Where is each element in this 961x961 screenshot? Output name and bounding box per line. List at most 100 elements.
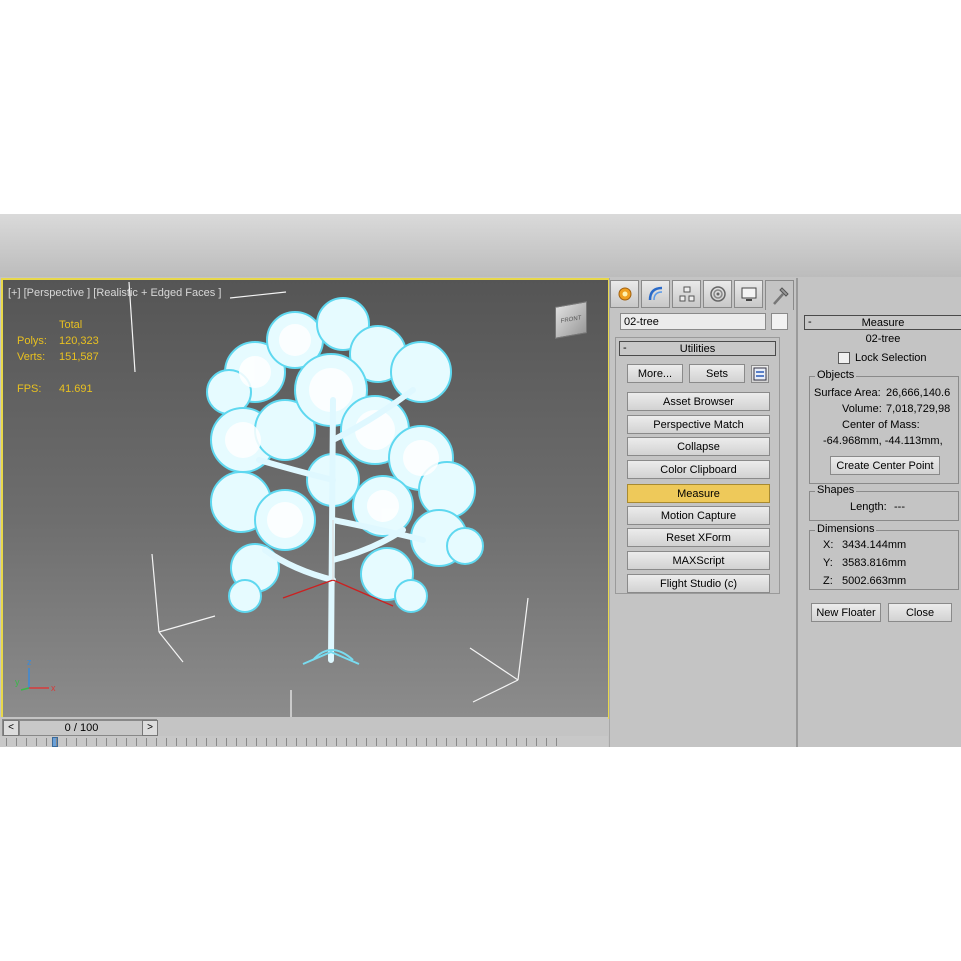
polys-label: Polys:: [17, 335, 47, 347]
track-bar-tick: [286, 738, 287, 746]
track-bar-tick: [446, 738, 447, 746]
modify-tab[interactable]: [641, 280, 670, 308]
configure-sets-button[interactable]: [751, 365, 769, 383]
time-next-button[interactable]: >: [142, 720, 158, 736]
track-bar-tick: [106, 738, 107, 746]
track-bar-tick: [376, 738, 377, 746]
object-color-swatch[interactable]: [771, 313, 788, 330]
axis-z-label: z: [27, 657, 32, 667]
track-bar-tick: [436, 738, 437, 746]
polys-value: 120,323: [59, 335, 99, 347]
utility-button-motion-capture[interactable]: Motion Capture: [627, 506, 770, 525]
track-bar-tick: [516, 738, 517, 746]
track-bar-tick: [306, 738, 307, 746]
center-of-mass-label: Center of Mass:: [842, 419, 920, 431]
fps-value: 41.691: [59, 383, 93, 395]
track-bar-tick: [176, 738, 177, 746]
more-button[interactable]: More...: [627, 364, 683, 383]
track-bar-tick: [216, 738, 217, 746]
axis-tripod-icon: z y x: [15, 657, 56, 693]
dimension-y-label: Y:: [823, 557, 833, 569]
utility-button-asset-browser[interactable]: Asset Browser: [627, 392, 770, 411]
command-panel: 02-tree - Utilities More... Sets Asset B…: [609, 278, 794, 747]
utilities-tab[interactable]: [765, 280, 794, 310]
track-bar-tick: [476, 738, 477, 746]
configure-sets-icon: [753, 367, 767, 381]
track-bar-tick: [26, 738, 27, 746]
dimension-x-value: 3434.144mm: [842, 539, 907, 551]
dimension-y-value: 3583.816mm: [842, 557, 907, 569]
display-tab[interactable]: [734, 280, 763, 308]
axis-y-label: y: [15, 677, 20, 687]
utility-button-collapse[interactable]: Collapse: [627, 437, 770, 456]
track-bar-tick: [256, 738, 257, 746]
track-bar-tick: [156, 738, 157, 746]
track-bar-tick: [36, 738, 37, 746]
track-bar-tick: [466, 738, 467, 746]
track-bar-tick: [396, 738, 397, 746]
top-toolbar-area: [0, 214, 961, 277]
track-bar-tick: [196, 738, 197, 746]
time-slider-thumb[interactable]: 0 / 100: [19, 720, 144, 736]
utility-button-maxscript[interactable]: MAXScript: [627, 551, 770, 570]
close-button[interactable]: Close: [888, 603, 952, 622]
viewcube[interactable]: FRONT: [551, 298, 591, 339]
create-center-point-button[interactable]: Create Center Point: [830, 456, 940, 475]
track-bar-tick: [6, 738, 7, 746]
track-bar-tick: [126, 738, 127, 746]
utility-button-flight-studio-c[interactable]: Flight Studio (c): [627, 574, 770, 593]
track-bar-tick: [236, 738, 237, 746]
time-slider-track[interactable]: < 0 / 100 >: [2, 719, 158, 737]
perspective-viewport[interactable]: [+] [Perspective ] [Realistic + Edged Fa…: [1, 278, 610, 719]
dimension-z-label: Z:: [823, 575, 833, 587]
time-prev-button[interactable]: <: [3, 720, 19, 736]
center-of-mass-value: -64.968mm, -44.113mm,: [823, 435, 943, 447]
length-value: ---: [894, 501, 905, 513]
viewport-statistics: Total Polys: 120,323 Verts: 151,587 FPS: 41…: [17, 317, 99, 397]
measure-rollout-header[interactable]: - Measure: [804, 315, 961, 330]
create-tab[interactable]: [610, 280, 639, 308]
viewcube-face[interactable]: FRONT: [555, 301, 587, 339]
track-bar-tick: [486, 738, 487, 746]
track-bar-tick: [136, 738, 137, 746]
utility-button-reset-xform[interactable]: Reset XForm: [627, 528, 770, 547]
track-bar-tick: [146, 738, 147, 746]
sets-button[interactable]: Sets: [689, 364, 745, 383]
current-frame-marker[interactable]: [52, 737, 58, 747]
track-bar-tick: [336, 738, 337, 746]
modify-icon: [648, 286, 662, 301]
object-name-field[interactable]: 02-tree: [620, 313, 766, 330]
track-bar-tick: [456, 738, 457, 746]
track-bar-tick: [496, 738, 497, 746]
motion-icon: [709, 286, 726, 302]
utilities-hammer-icon: [772, 286, 789, 305]
motion-tab[interactable]: [703, 280, 732, 308]
track-bar-tick: [546, 738, 547, 746]
lock-selection-box[interactable]: [838, 352, 850, 364]
utilities-rollout-header[interactable]: - Utilities: [619, 341, 776, 356]
lock-selection-checkbox[interactable]: Lock Selection: [838, 352, 927, 364]
dimensions-group: Dimensions X: 3434.144mm Y: 3583.816mm Z…: [809, 523, 959, 590]
axis-x-label: x: [51, 683, 56, 693]
stats-header: Total: [59, 319, 83, 331]
utility-button-perspective-match[interactable]: Perspective Match: [627, 415, 770, 434]
utility-button-color-clipboard[interactable]: Color Clipboard: [627, 460, 770, 479]
lock-selection-label: Lock Selection: [855, 352, 927, 364]
measure-title: Measure: [861, 317, 905, 329]
hierarchy-tab[interactable]: [672, 280, 701, 308]
measure-collapse-icon: -: [808, 316, 812, 328]
objects-group: Objects Surface Area: 26,666,140.6 Volum…: [809, 369, 959, 484]
track-bar-tick: [316, 738, 317, 746]
volume-label: Volume:: [842, 403, 882, 415]
track-bar-tick: [296, 738, 297, 746]
track-bar[interactable]: [0, 736, 608, 747]
track-bar-tick: [186, 738, 187, 746]
viewport-label[interactable]: [+] [Perspective ] [Realistic + Edged Fa…: [8, 287, 221, 299]
track-bar-tick: [416, 738, 417, 746]
new-floater-button[interactable]: New Floater: [811, 603, 881, 622]
track-bar-tick: [526, 738, 527, 746]
track-bar-tick: [76, 738, 77, 746]
track-bar-tick: [86, 738, 87, 746]
shapes-group: Shapes Length: ---: [809, 484, 959, 521]
utility-button-measure[interactable]: Measure: [627, 484, 770, 503]
